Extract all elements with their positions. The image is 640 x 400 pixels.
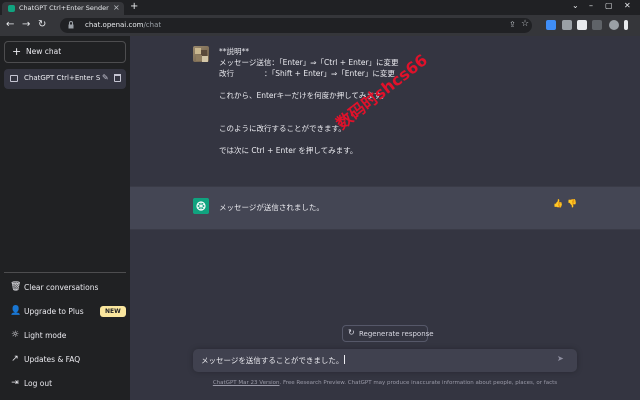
message-input[interactable]: メッセージを送信することができました。 ➤ [193,349,577,372]
plus-icon: + [12,45,22,58]
extensions-puzzle-icon[interactable] [577,20,587,30]
extension-icon[interactable] [546,20,556,30]
user-message: **説明** メッセージ送信：「Enter」⇒「Ctrl + Enter」に変更… [130,36,640,186]
menu-label: Updates & FAQ [24,355,81,364]
profile-avatar[interactable] [609,20,619,30]
message-line: このように改行することができます。 [219,124,346,133]
message-line: では次に Ctrl + Enter を押してみます。 [219,146,358,155]
chat-title: ChatGPT Ctrl+Enter Sen [24,74,100,82]
openai-logo-icon [193,198,209,214]
thumbs-down-icon[interactable]: 👎 [567,199,577,208]
user-avatar [193,46,209,62]
external-link-icon: ↗ [11,354,19,364]
new-chat-button[interactable]: + New chat [4,41,126,63]
footer-text: . Free Research Preview. ChatGPT may pro… [279,380,558,386]
close-window-button[interactable]: ✕ [624,1,631,10]
browser-menu-icon[interactable] [624,20,628,30]
assistant-message-text: メッセージが送信されました。 [219,203,324,212]
browser-toolbar: ← → ↻ chat.openai.com/chat ⇪ ☆ [0,15,640,36]
sun-icon: ☼ [10,330,20,340]
message-input-value: メッセージを送信することができました。 [201,356,344,365]
chatgpt-favicon-icon [8,5,15,12]
address-bar[interactable]: chat.openai.com/chat ⇪ ☆ [60,18,532,33]
url-host: chat.openai.com [85,21,144,29]
browser-tab-bar: ChatGPT Ctrl+Enter Sender × + ⌄ – ▢ ✕ [0,0,640,15]
light-mode-button[interactable]: ☼ Light mode [4,326,126,346]
share-icon[interactable]: ⇪ [509,20,516,29]
message-input-text: メッセージを送信することができました。 [201,355,346,366]
sidebar: + New chat ChatGPT Ctrl+Enter Sen ✎ 🗑 Cl… [0,36,130,400]
forward-icon[interactable]: → [22,19,30,30]
regenerate-label: Regenerate response [359,330,434,338]
url-path: /chat [143,21,162,29]
chat-bubble-icon [10,75,18,82]
menu-label: Log out [24,379,53,388]
version-link[interactable]: ChatGPT Mar 23 Version [213,380,280,386]
tab-title: ChatGPT Ctrl+Enter Sender [19,4,109,12]
upgrade-to-plus-button[interactable]: 👤 Upgrade to Plus NEW [4,302,126,322]
maximize-button[interactable]: ▢ [605,1,613,10]
user-icon: 👤 [10,306,22,316]
message-line [219,134,599,145]
chat-history-item[interactable]: ChatGPT Ctrl+Enter Sen ✎ [4,69,126,89]
thumbs-up-icon[interactable]: 👍 [553,199,563,208]
footer-disclaimer: ChatGPT Mar 23 Version. Free Research Pr… [130,380,640,386]
trash-icon[interactable] [114,74,121,82]
sidebar-divider [4,272,126,273]
message-line: これから、Enterキーだけを何度か押してみます。 [219,91,389,100]
back-icon[interactable]: ← [6,19,14,30]
lock-icon [68,21,74,29]
new-badge: NEW [100,306,126,317]
logout-icon: ⇥ [11,378,19,388]
menu-label: Light mode [24,331,67,340]
send-icon[interactable]: ➤ [557,354,564,363]
updates-faq-link[interactable]: ↗ Updates & FAQ [4,350,126,370]
reload-icon[interactable]: ↻ [38,19,46,30]
edit-icon[interactable]: ✎ [102,73,109,82]
minimize-button[interactable]: – [589,1,593,10]
refresh-icon: ↻ [348,328,355,337]
message-line [219,112,599,123]
menu-label: Clear conversations [24,283,99,292]
regenerate-response-button[interactable]: ↻ Regenerate response [342,325,434,342]
tab-close-icon[interactable]: × [113,3,120,12]
url-text: chat.openai.com/chat [85,21,161,29]
log-out-button[interactable]: ⇥ Log out [4,374,126,394]
bookmark-star-icon[interactable]: ☆ [521,19,529,29]
clear-conversations-button[interactable]: 🗑 Clear conversations [4,278,126,298]
extension-icon[interactable] [562,20,572,30]
message-line [219,101,599,112]
browser-tab[interactable]: ChatGPT Ctrl+Enter Sender × [2,2,124,15]
menu-label: Upgrade to Plus [24,307,84,316]
trash-icon: 🗑 [10,282,22,292]
text-caret [344,355,346,364]
tab-search-icon[interactable]: ⌄ [572,1,579,10]
assistant-message: メッセージが送信されました。 👍 👎 [130,186,640,230]
new-chat-label: New chat [26,47,62,56]
new-tab-button[interactable]: + [130,1,138,12]
extension-icon[interactable] [592,20,602,30]
